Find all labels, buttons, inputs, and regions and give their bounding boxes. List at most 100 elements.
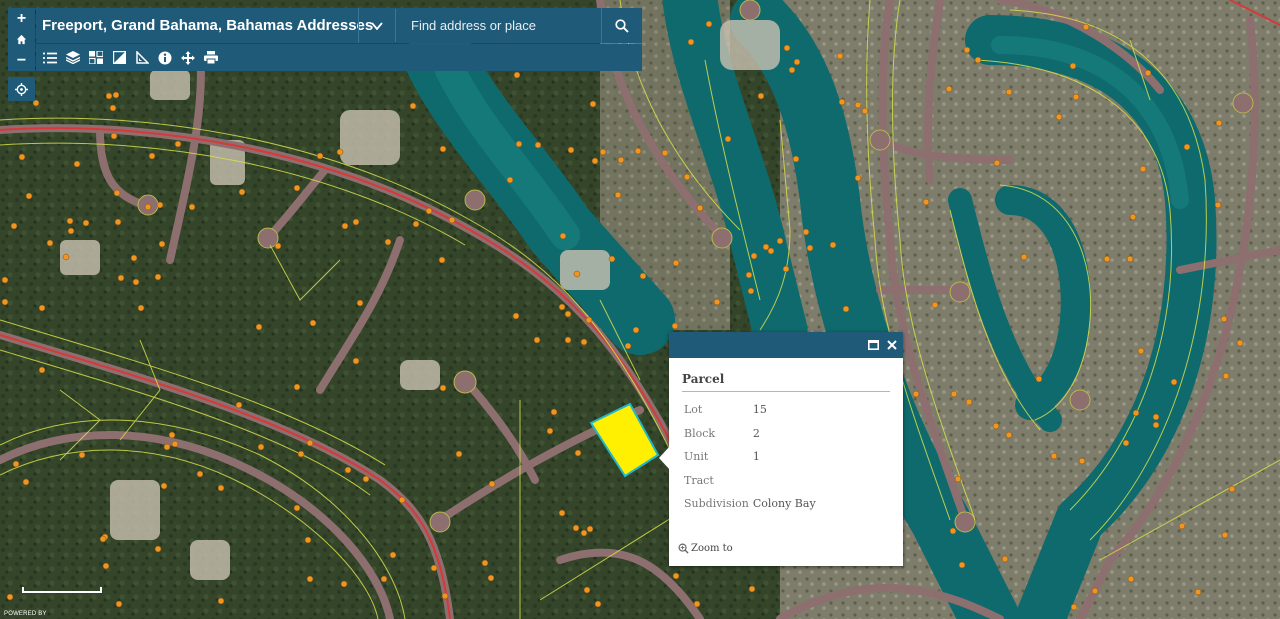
address-point[interactable] <box>745 271 753 279</box>
address-point[interactable] <box>836 52 844 60</box>
address-point[interactable] <box>439 384 447 392</box>
address-point[interactable] <box>586 525 594 533</box>
measure-button[interactable] <box>134 50 150 66</box>
address-point[interactable] <box>158 240 166 248</box>
address-point[interactable] <box>1221 531 1229 539</box>
address-point[interactable] <box>558 509 566 517</box>
address-point[interactable] <box>102 562 110 570</box>
address-point[interactable] <box>585 316 593 324</box>
basemap-button[interactable] <box>88 50 104 66</box>
address-point[interactable] <box>255 323 263 331</box>
address-point[interactable] <box>341 222 349 230</box>
address-point[interactable] <box>82 219 90 227</box>
address-point[interactable] <box>1152 413 1160 421</box>
address-point[interactable] <box>389 551 397 559</box>
address-point[interactable] <box>842 305 850 313</box>
address-point[interactable] <box>78 451 86 459</box>
address-point[interactable] <box>693 600 701 608</box>
address-point[interactable] <box>235 401 243 409</box>
map-canvas[interactable] <box>0 0 1280 619</box>
address-point[interactable] <box>747 287 755 295</box>
address-point[interactable] <box>188 203 196 211</box>
address-point[interactable] <box>144 203 152 211</box>
address-point[interactable] <box>550 408 558 416</box>
address-point[interactable] <box>297 450 305 458</box>
zoom-to-link[interactable]: Zoom to <box>678 543 733 554</box>
address-point[interactable] <box>974 56 982 64</box>
maximize-icon[interactable] <box>868 340 879 350</box>
address-point[interactable] <box>304 536 312 544</box>
address-point[interactable] <box>750 252 758 260</box>
search-source-dropdown[interactable] <box>358 8 395 43</box>
address-point[interactable] <box>589 100 597 108</box>
home-button[interactable] <box>8 29 35 50</box>
address-point[interactable] <box>481 559 489 567</box>
address-point[interactable] <box>634 147 642 155</box>
info-button[interactable] <box>157 50 173 66</box>
address-point[interactable] <box>384 238 392 246</box>
address-point[interactable] <box>683 173 691 181</box>
address-point[interactable] <box>788 66 796 74</box>
address-point[interactable] <box>713 298 721 306</box>
address-point[interactable] <box>1183 143 1191 151</box>
address-point[interactable] <box>217 484 225 492</box>
address-point[interactable] <box>293 504 301 512</box>
address-point[interactable] <box>62 253 70 261</box>
address-point[interactable] <box>671 322 679 330</box>
address-point[interactable] <box>12 460 20 468</box>
search-input[interactable]: Find address or place <box>395 9 601 42</box>
address-point[interactable] <box>687 38 695 46</box>
address-point[interactable] <box>696 204 704 212</box>
zoom-out-button[interactable]: − <box>8 50 35 71</box>
address-point[interactable] <box>1215 119 1223 127</box>
address-point[interactable] <box>425 207 433 215</box>
address-point[interactable] <box>992 422 1000 430</box>
address-point[interactable] <box>534 141 542 149</box>
address-point[interactable] <box>954 475 962 483</box>
address-point[interactable] <box>174 140 182 148</box>
address-point[interactable] <box>1078 457 1086 465</box>
address-point[interactable] <box>441 592 449 600</box>
address-point[interactable] <box>306 439 314 447</box>
address-point[interactable] <box>113 189 121 197</box>
address-point[interactable] <box>1129 213 1137 221</box>
address-point[interactable] <box>861 107 869 115</box>
address-point[interactable] <box>38 304 46 312</box>
address-point[interactable] <box>1069 62 1077 70</box>
address-point[interactable] <box>546 427 554 435</box>
address-point[interactable] <box>114 218 122 226</box>
address-point[interactable] <box>661 149 669 157</box>
address-point[interactable] <box>632 326 640 334</box>
address-point[interactable] <box>854 101 862 109</box>
address-point[interactable] <box>38 366 46 374</box>
address-point[interactable] <box>792 155 800 163</box>
address-point[interactable] <box>515 140 523 148</box>
address-point[interactable] <box>274 242 282 250</box>
close-icon[interactable] <box>887 340 897 350</box>
address-point[interactable] <box>137 304 145 312</box>
address-point[interactable] <box>829 241 837 249</box>
address-point[interactable] <box>912 390 920 398</box>
address-point[interactable] <box>945 85 953 93</box>
address-point[interactable] <box>1228 485 1236 493</box>
address-point[interactable] <box>1050 452 1058 460</box>
address-point[interactable] <box>1082 23 1090 31</box>
address-point[interactable] <box>398 496 406 504</box>
address-point[interactable] <box>438 256 446 264</box>
address-point[interactable] <box>1055 113 1063 121</box>
address-point[interactable] <box>293 184 301 192</box>
print-area-button[interactable] <box>111 50 127 66</box>
address-point[interactable] <box>574 449 582 457</box>
address-point[interactable] <box>950 390 958 398</box>
address-point[interactable] <box>608 255 616 263</box>
address-point[interactable] <box>1132 409 1140 417</box>
address-point[interactable] <box>767 247 775 255</box>
address-point[interactable] <box>838 98 846 106</box>
address-point[interactable] <box>105 92 113 100</box>
address-point[interactable] <box>594 600 602 608</box>
address-point[interactable] <box>487 574 495 582</box>
address-point[interactable] <box>762 243 770 251</box>
address-point[interactable] <box>854 174 862 182</box>
address-point[interactable] <box>591 157 599 165</box>
address-point[interactable] <box>352 357 360 365</box>
